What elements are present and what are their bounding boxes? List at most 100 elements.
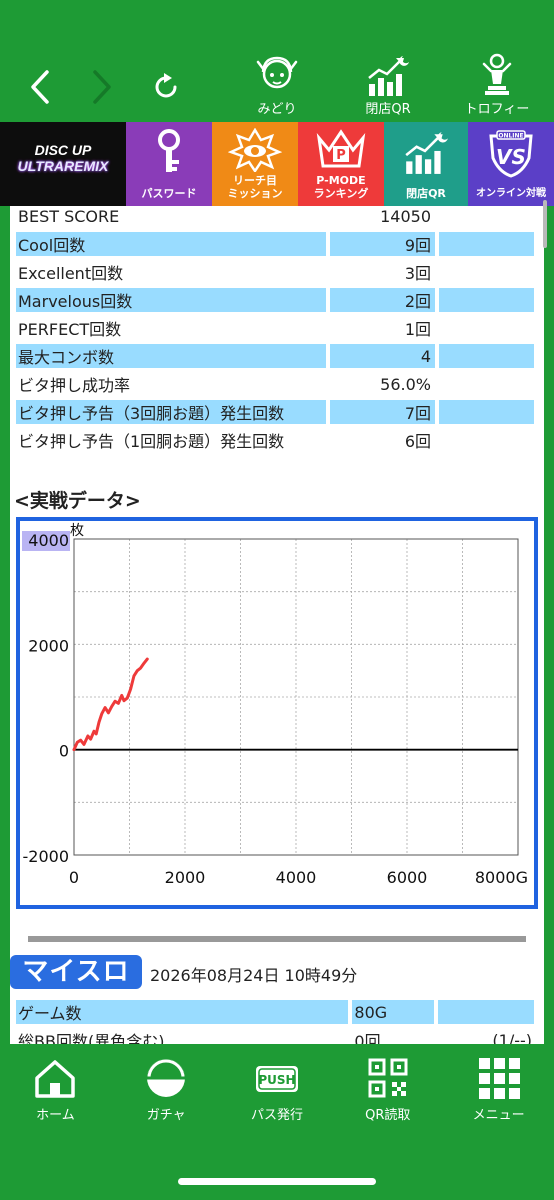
banner-label: 閉店QR	[406, 187, 446, 200]
banner-label-line1: リーチ目	[233, 174, 277, 187]
stat-label: ビタ押し成功率	[16, 372, 326, 396]
tab-qr-read[interactable]: QR読取	[332, 1044, 443, 1140]
stat-label: ゲーム数	[16, 1000, 349, 1024]
stat-value: 9回	[329, 232, 435, 256]
tab-pass-issue[interactable]: PUSH パス発行	[222, 1044, 333, 1140]
push-icon: PUSH	[255, 1066, 298, 1092]
banner-label-line2: ミッション	[227, 187, 283, 200]
bottom-tab-bar: ホーム ガチャ PUSH パス発行 QR読取 メニュー	[0, 1044, 554, 1140]
stats-row: Marvelous回数 2回	[16, 288, 534, 312]
back-button[interactable]	[18, 62, 62, 112]
stat-value: 2回	[329, 288, 435, 312]
stats-row: ゲーム数 80G	[16, 1000, 534, 1024]
misuro-logo: マイスロ	[10, 955, 142, 989]
tab-label: パス発行	[250, 1108, 303, 1123]
stat-label: 最大コンボ数	[16, 344, 326, 368]
stats-row: Cool回数 9回	[16, 232, 534, 256]
content-area: BEST SCORE 14050 Cool回数 9回 Excellent回数 3回 Marv…	[0, 200, 554, 1044]
tab-home[interactable]: ホーム	[0, 1044, 111, 1140]
x-tick-label: 2000	[165, 868, 206, 887]
stat-extra	[438, 344, 534, 368]
home-icon	[35, 1060, 76, 1098]
nav-item-closing-qr[interactable]: 閉店QR	[343, 52, 433, 118]
crown-icon: P	[316, 129, 366, 168]
misuro-header: マイスロ 2026年08月24日 10時49分	[10, 952, 544, 992]
stat-value: 7回	[329, 400, 435, 424]
stat-value: 3回	[329, 260, 435, 284]
stats-row: PERFECT回数 1回	[16, 316, 534, 340]
logo-bottom-text: ULTRAREMIX	[17, 158, 109, 174]
stat-extra	[438, 232, 534, 256]
banner-closing-qr[interactable]: 閉店QR	[384, 122, 468, 206]
banner-password[interactable]: パスワード	[126, 122, 212, 206]
stats-row: ビタ押し予告（1回胴お題）発生回数 6回	[16, 428, 534, 452]
stat-extra: (1/--)	[437, 1028, 534, 1044]
home-indicator[interactable]	[178, 1178, 376, 1185]
content-scroll-area[interactable]: BEST SCORE 14050 Cool回数 9回 Excellent回数 3回 Marv…	[10, 206, 544, 1044]
vs-badge-text: ONLINE	[498, 133, 523, 140]
misuro-stats-table: ゲーム数 80G 総BB回数(異色含む) 0回 (1/--)	[16, 996, 534, 1044]
stat-label: Excellent回数	[16, 260, 326, 284]
chart-moon-icon	[405, 132, 448, 174]
vs-shield-icon: ONLINE VS	[489, 130, 533, 178]
y-axis-unit: 枚	[70, 523, 84, 539]
stats-row: ビタ押し成功率 56.0%	[16, 372, 534, 396]
nav-item-trophy[interactable]: トロフィー	[452, 52, 542, 118]
stat-label: Cool回数	[16, 232, 326, 256]
tab-gacha[interactable]: ガチャ	[111, 1044, 222, 1140]
misuro-date: 2026年08月24日 10時49分	[150, 966, 358, 985]
stat-extra	[438, 288, 534, 312]
nav-item-label: 閉店QR	[365, 102, 411, 117]
tab-label: QR読取	[365, 1108, 411, 1123]
stat-value: 4	[329, 344, 435, 368]
midori-character-icon	[256, 56, 298, 89]
y-tick-label: 0	[59, 742, 69, 761]
y-tick-label: 2000	[28, 636, 69, 655]
stats-table: BEST SCORE 14050 Cool回数 9回 Excellent回数 3回 Marv…	[16, 206, 534, 456]
scrollbar[interactable]	[543, 200, 547, 248]
stat-value: 6回	[329, 428, 435, 452]
nav-item-midori[interactable]: みどり	[232, 52, 322, 118]
banner-label-line1: P-MODE	[316, 174, 366, 187]
banner-label-line2: ランキング	[313, 187, 369, 200]
tab-label: ホーム	[36, 1108, 75, 1123]
stat-label: ビタ押し予告（3回胴お題）発生回数	[16, 400, 326, 424]
stats-row: Excellent回数 3回	[16, 260, 534, 284]
stat-label: 総BB回数(異色含む)	[16, 1028, 349, 1044]
banner-online-battle[interactable]: ONLINE VS オンライン対戦	[468, 122, 554, 206]
feature-banner-row: DISC UP ULTRAREMIX パスワード リーチ目 ミッション P P-M…	[0, 122, 554, 206]
data-series-line	[72, 657, 149, 752]
forward-button[interactable]	[80, 62, 124, 112]
stat-extra	[438, 316, 534, 340]
x-tick-label: 4000	[276, 868, 317, 887]
stat-extra	[437, 1000, 534, 1024]
eye-burst-icon	[228, 128, 282, 172]
stat-label: Marvelous回数	[16, 288, 326, 312]
push-badge-text: PUSH	[258, 1073, 295, 1087]
banner-pmode-ranking[interactable]: P P-MODE ランキング	[298, 122, 384, 206]
nav-item-label: トロフィー	[464, 102, 530, 117]
stats-row: ビタ押し予告（3回胴お題）発生回数 7回	[16, 400, 534, 424]
logo-top-text: DISC UP	[34, 142, 92, 158]
y-tick-label: 4000	[28, 531, 69, 550]
y-tick-label: -2000	[23, 847, 70, 866]
stat-extra	[438, 400, 534, 424]
tab-menu[interactable]: メニュー	[443, 1044, 554, 1140]
stat-extra	[438, 260, 534, 284]
vs-mark-text: VS	[496, 145, 526, 169]
trophy-figure-icon	[482, 53, 512, 95]
banner-label: オンライン対戦	[476, 188, 546, 199]
stats-row: BEST SCORE 14050	[16, 206, 534, 228]
stat-label: BEST SCORE	[16, 206, 326, 228]
play-data-chart: 4000 2000 0 -2000 枚 0 2000 4000 6000 8000G	[16, 517, 538, 909]
tab-label: メニュー	[472, 1108, 525, 1123]
stats-row: 総BB回数(異色含む) 0回 (1/--)	[16, 1028, 534, 1044]
reload-button[interactable]	[144, 62, 188, 112]
stat-extra	[438, 372, 534, 396]
banner-label: パスワード	[141, 187, 197, 200]
stat-label: ビタ押し予告（1回胴お題）発生回数	[16, 428, 326, 452]
chart-moon-icon	[368, 56, 409, 96]
stats-row: 最大コンボ数 4	[16, 344, 534, 368]
disc-up-logo[interactable]: DISC UP ULTRAREMIX	[0, 122, 126, 206]
banner-reach-mission[interactable]: リーチ目 ミッション	[212, 122, 298, 206]
